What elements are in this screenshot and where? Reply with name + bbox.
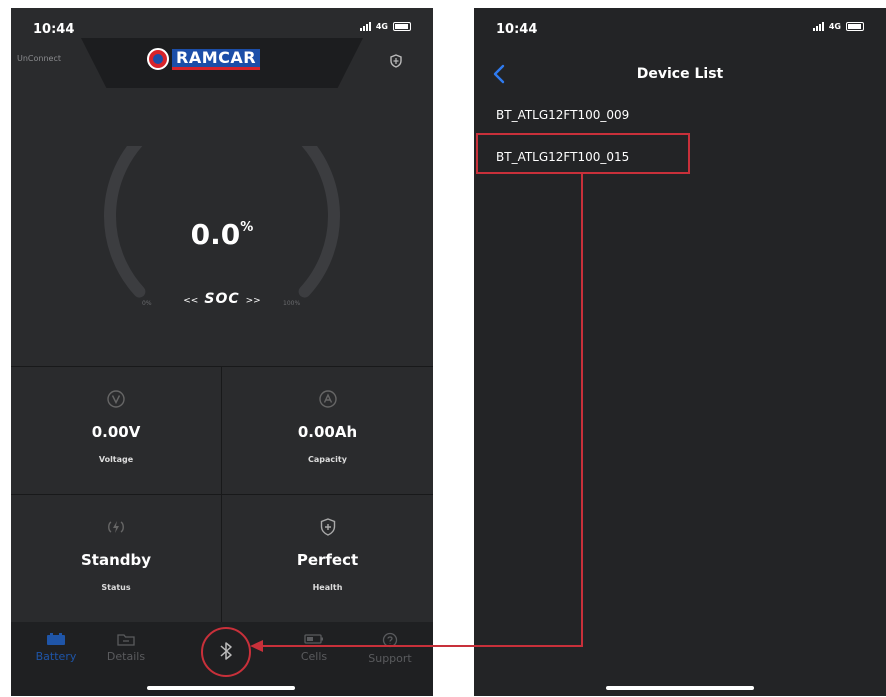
ampere-icon <box>318 390 337 408</box>
status-value: Standby <box>80 551 152 569</box>
brand-logo: RAMCAR <box>147 48 261 70</box>
network-type: 4G <box>375 22 388 31</box>
signal-icon <box>812 22 824 31</box>
device-list-screen: 10:44 4G Device List BT_ATLG12FT100_009 … <box>474 8 886 696</box>
capacity-label: Capacity <box>308 455 347 464</box>
battery-app-screen: 10:44 4G UnConnect RAMCAR 0.0% << SOC >> 0… <box>11 8 433 696</box>
voltage-icon <box>107 390 125 408</box>
health-card: Perfect Health <box>222 494 433 622</box>
health-value: Perfect <box>296 551 359 569</box>
voltage-value: 0.00V <box>91 423 141 441</box>
tab-battery-label: Battery <box>35 650 77 663</box>
page-title: Device List <box>636 66 724 82</box>
home-indicator <box>147 686 295 690</box>
device-highlight-box <box>476 133 690 174</box>
battery-status-icon <box>393 22 411 31</box>
cells-icon <box>304 634 323 644</box>
battery-tab-icon <box>47 633 65 645</box>
tab-support-label: Support <box>368 652 412 665</box>
signal-icon <box>359 22 371 31</box>
status-bar: 10:44 4G <box>474 8 886 44</box>
tab-support[interactable]: Support <box>355 632 425 665</box>
tab-battery[interactable]: Battery <box>21 632 91 663</box>
network-type: 4G <box>828 22 841 31</box>
tab-details[interactable]: Details <box>91 632 161 663</box>
shield-icon[interactable] <box>389 54 403 68</box>
gauge-max-label: 100% <box>283 300 301 307</box>
health-label: Health <box>312 583 343 592</box>
soc-unit: % <box>240 220 254 235</box>
soc-value: 0.0% <box>190 218 254 251</box>
brand-logo-icon <box>147 48 169 70</box>
bluetooth-highlight-circle <box>201 627 251 677</box>
tab-cells-label: Cells <box>300 650 328 663</box>
device-item[interactable]: BT_ATLG12FT100_009 <box>496 108 629 122</box>
capacity-card: 0.00Ah Capacity <box>222 366 433 494</box>
battery-status-icon <box>846 22 864 31</box>
tab-details-label: Details <box>106 650 146 663</box>
voltage-label: Voltage <box>98 455 134 464</box>
shield-plus-icon <box>320 518 335 536</box>
tab-cells[interactable]: Cells <box>279 632 349 663</box>
status-label: Status <box>101 583 131 592</box>
brand-name: RAMCAR <box>172 48 261 70</box>
charging-icon <box>108 521 124 533</box>
status-time: 10:44 <box>33 22 75 37</box>
status-time: 10:44 <box>496 22 538 37</box>
status-card: Standby Status <box>11 494 222 622</box>
gauge-min-label: 0% <box>142 300 152 307</box>
folder-icon <box>117 634 135 646</box>
connection-status: UnConnect <box>17 54 62 63</box>
capacity-value: 0.00Ah <box>297 423 358 441</box>
battery-stats-grid: 0.00V Voltage 0.00Ah Capacity Standby St… <box>11 366 433 622</box>
soc-label: << SOC >> <box>183 291 261 307</box>
support-icon <box>382 632 398 648</box>
home-indicator <box>606 686 754 690</box>
voltage-card: 0.00V Voltage <box>11 366 222 494</box>
